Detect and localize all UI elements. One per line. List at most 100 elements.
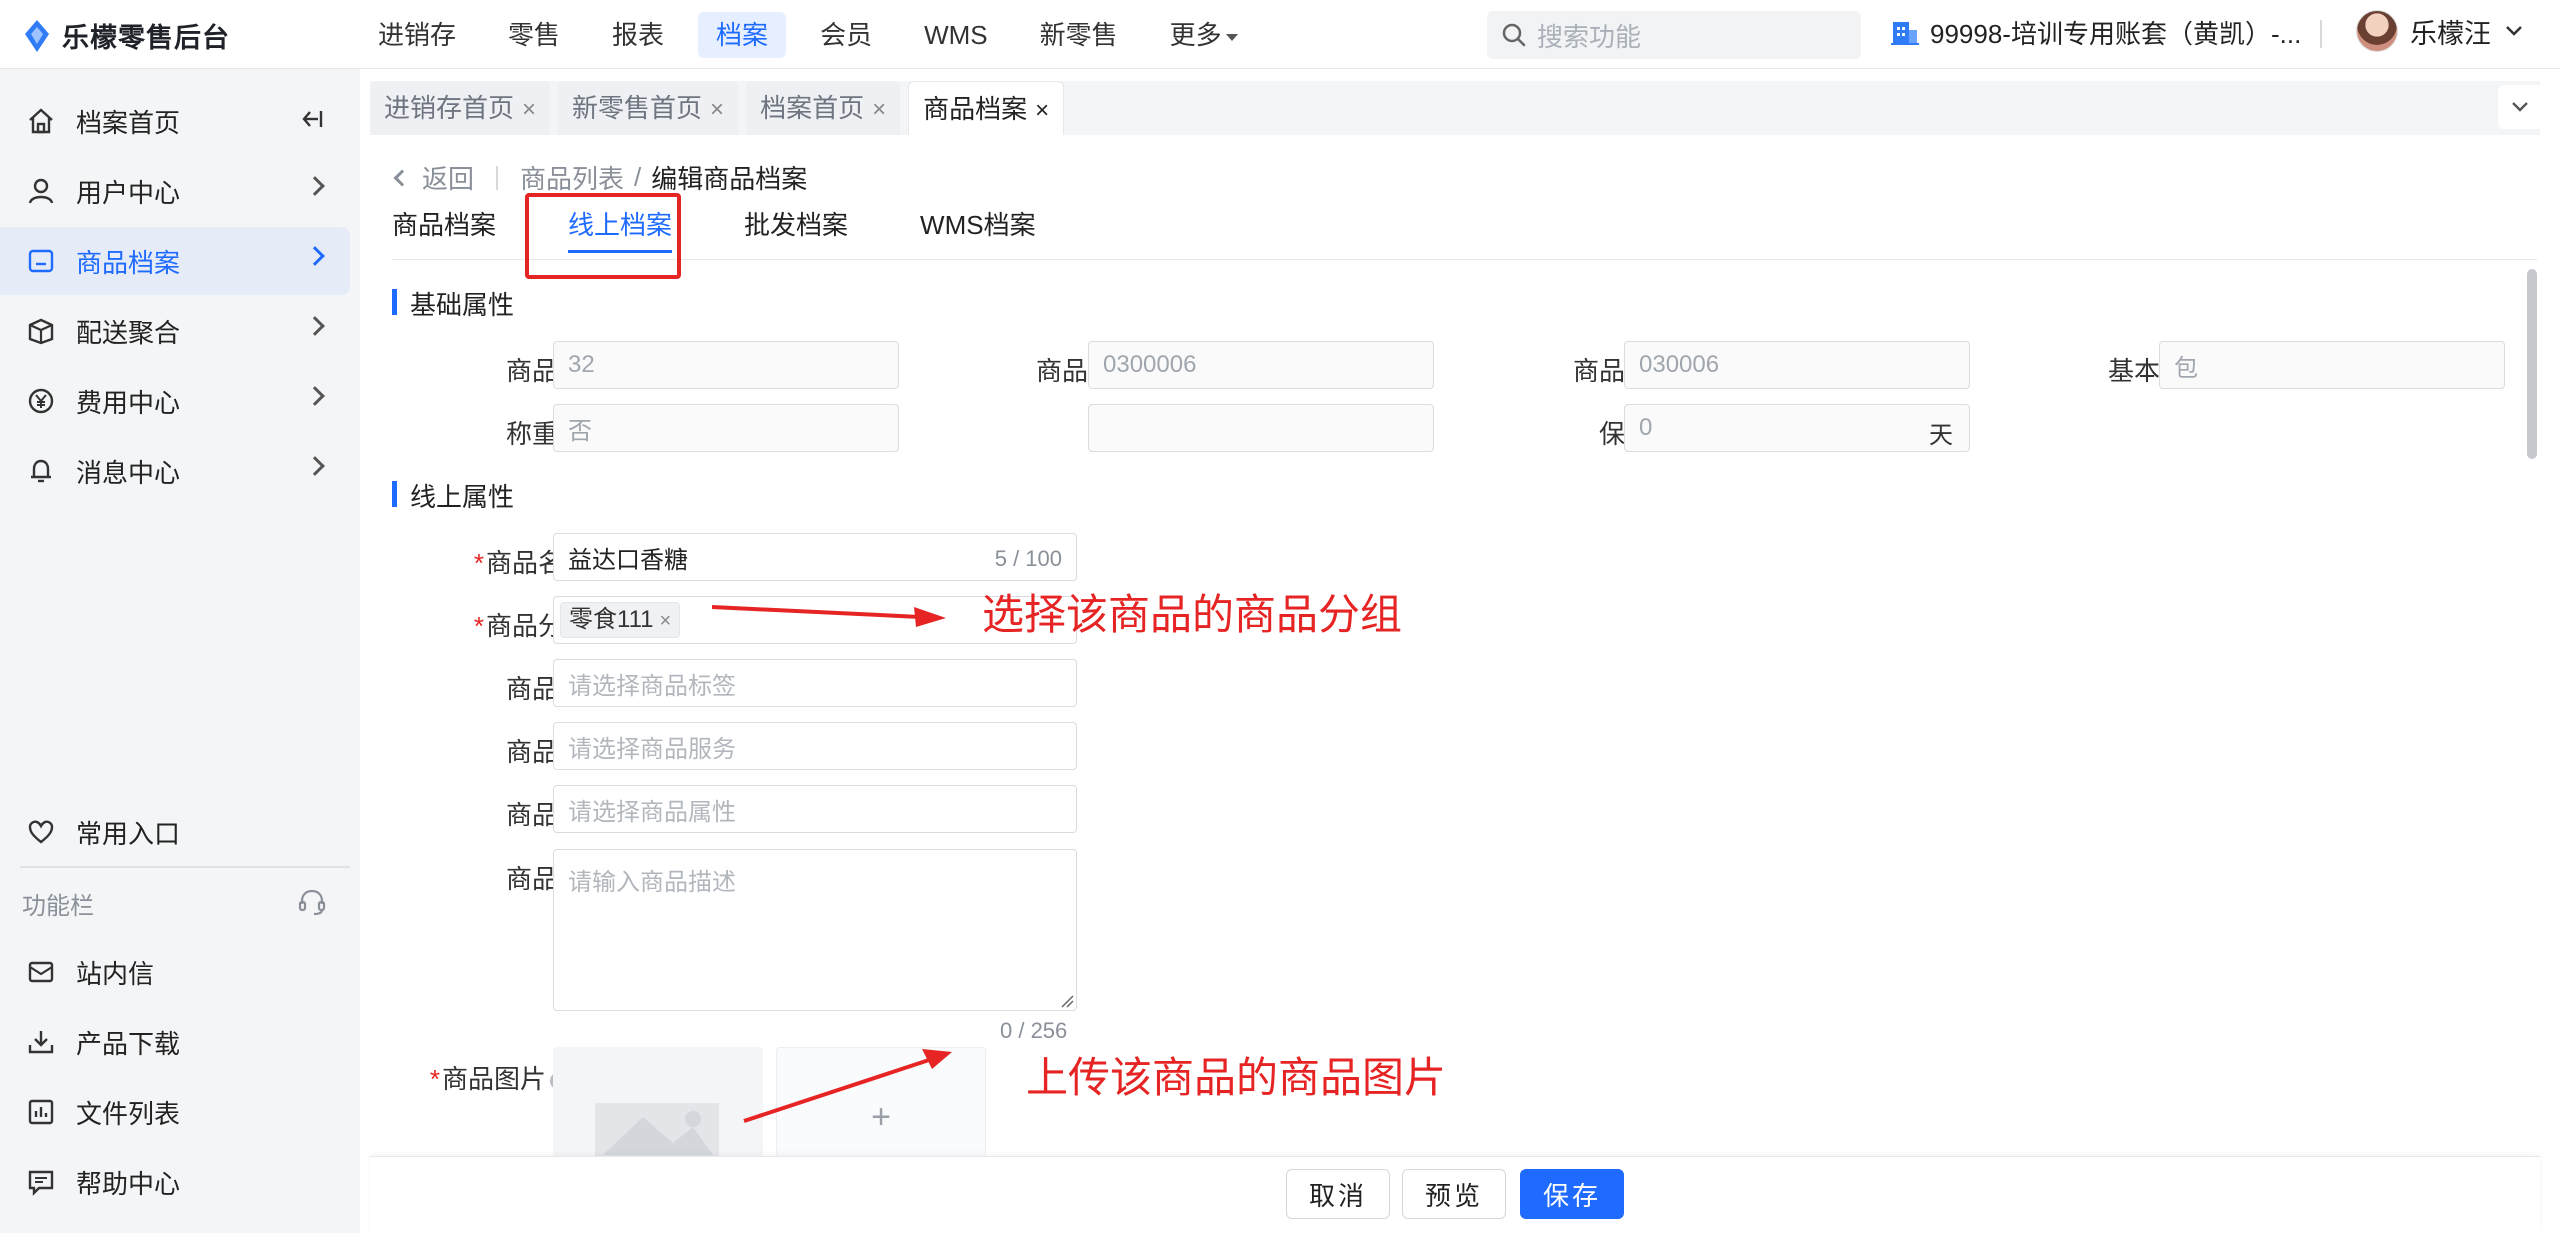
sidebar-tool-download[interactable]: 产品下载 — [0, 1008, 350, 1076]
required-mark: * — [473, 611, 484, 641]
sidebar-item-messages[interactable]: 消息中心 — [0, 437, 350, 505]
back-link[interactable]: 返回 — [422, 159, 474, 196]
product-name-value: 益达口香糖 — [568, 546, 688, 574]
search-placeholder: 搜索功能 — [1537, 21, 1642, 52]
sidebar-item-user-center[interactable]: 用户中心 — [0, 157, 350, 225]
group-tag: 零食111 × — [560, 602, 681, 638]
user-menu[interactable]: 乐檬汪 — [2356, 10, 2525, 52]
close-icon[interactable]: × — [522, 96, 536, 123]
weighted-field: 否 — [553, 404, 899, 452]
account-switcher[interactable]: 99998-培训专用账套（黄凯）-... — [1890, 14, 2301, 51]
top-navbar: 乐檬零售后台 进销存 零售 报表 档案 会员 WMS 新零售 更多 搜索功能 9… — [0, 0, 2560, 69]
product-description-textarea[interactable]: 请输入商品描述 — [553, 849, 1077, 1011]
placeholder: 请选择商品标签 — [568, 672, 736, 700]
page-tab-label: 档案首页 — [760, 93, 865, 123]
app-logo[interactable]: 乐檬零售后台 — [22, 16, 230, 55]
image-placeholder-icon — [595, 1103, 719, 1163]
main-nav: 进销存 零售 报表 档案 会员 WMS 新零售 更多 — [360, 12, 1272, 58]
search-icon — [1502, 23, 1526, 47]
placeholder: 请选择商品服务 — [568, 735, 736, 763]
sidebar-item-product-archive[interactable]: 商品档案 — [0, 227, 350, 295]
scrollbar-thumb[interactable] — [2527, 269, 2537, 459]
field-label-text: 商品图片 — [441, 1064, 546, 1094]
caret-down-icon — [1225, 33, 1238, 41]
sidebar-tool-help[interactable]: 帮助中心 — [0, 1148, 350, 1216]
nav-item-reports[interactable]: 报表 — [594, 12, 682, 58]
chevron-right-icon — [305, 246, 325, 266]
sidebar-section-title: 功能栏 — [22, 893, 94, 920]
page-tab[interactable]: 进销存首页 × — [370, 81, 551, 135]
collapse-sidebar-icon[interactable] — [298, 105, 326, 138]
placeholder: 请输入商品描述 — [568, 869, 736, 896]
tabs-dropdown-button[interactable] — [2498, 85, 2542, 129]
subtab-wms-archive[interactable]: WMS档案 — [920, 203, 1036, 253]
building-icon — [1891, 21, 1919, 45]
mail-icon — [24, 955, 58, 989]
item-code-field: 030006 — [1624, 341, 1970, 389]
headset-icon[interactable] — [296, 886, 328, 923]
shelf-life-unit: 天 — [1929, 422, 1953, 449]
delivery-box-icon — [24, 314, 58, 348]
annotation-arrow — [743, 1049, 952, 1123]
sidebar-item-distribution[interactable]: 配送聚合 — [0, 297, 350, 365]
sidebar-tool-files[interactable]: 文件列表 — [0, 1078, 350, 1146]
product-name-input[interactable]: 益达口香糖 5 / 100 — [553, 533, 1077, 581]
shelf-life-value: 0 — [1639, 414, 1653, 441]
nav-item-more[interactable]: 更多 — [1152, 12, 1256, 58]
sidebar-common-entry[interactable]: 常用入口 — [0, 798, 350, 866]
divider — [496, 165, 499, 190]
char-count: 0 / 256 — [1000, 1018, 1068, 1043]
chat-help-icon — [24, 1165, 58, 1199]
product-image-thumb[interactable] — [553, 1047, 763, 1163]
sidebar-item-label: 商品档案 — [76, 247, 181, 278]
sidebar-tool-label: 站内信 — [76, 958, 155, 989]
subtabs-underline — [392, 259, 2537, 260]
sidebar-tool-inbox[interactable]: 站内信 — [0, 938, 350, 1006]
required-mark: * — [429, 1064, 440, 1094]
section-title-online: 线上属性 — [392, 477, 514, 514]
page-tab-active[interactable]: 商品档案 × — [908, 81, 1065, 135]
avatar — [2356, 10, 2398, 52]
subtab-product-archive[interactable]: 商品档案 — [392, 203, 496, 253]
close-icon[interactable]: × — [872, 96, 886, 123]
preview-button[interactable]: 预览 — [1402, 1169, 1506, 1219]
nav-item-archive[interactable]: 档案 — [698, 12, 787, 58]
nav-item-new-retail[interactable]: 新零售 — [1022, 12, 1136, 58]
close-icon[interactable]: × — [710, 96, 724, 123]
product-service-select[interactable]: 请选择商品服务 — [553, 722, 1077, 770]
nav-item-member[interactable]: 会员 — [802, 12, 890, 58]
divider — [2320, 20, 2322, 48]
product-code-field: 32 — [553, 341, 899, 389]
char-count: 5 / 100 — [994, 546, 1062, 571]
chevron-right-icon — [305, 316, 325, 336]
vertical-scrollbar[interactable] — [2525, 261, 2539, 1221]
close-icon[interactable]: × — [1035, 97, 1049, 124]
placeholder: 请选择商品属性 — [568, 798, 736, 826]
subtab-wholesale-archive[interactable]: 批发档案 — [744, 203, 848, 253]
annotation-arrow — [711, 605, 946, 627]
resize-handle-icon[interactable] — [1060, 994, 1074, 1008]
nav-item-wms[interactable]: WMS — [906, 12, 1006, 58]
close-icon[interactable]: × — [659, 610, 671, 632]
page-tab-label: 商品档案 — [923, 94, 1028, 124]
nav-item-retail[interactable]: 零售 — [490, 12, 578, 58]
nav-item-inventory[interactable]: 进销存 — [360, 12, 474, 58]
user-icon — [24, 174, 58, 208]
sidebar-tool-label: 帮助中心 — [76, 1168, 181, 1199]
cancel-button[interactable]: 取消 — [1286, 1169, 1390, 1219]
main-content: 进销存首页 × 新零售首页 × 档案首页 × 商品档案 × 返回 商品列表 / 编辑商品… — [370, 69, 2560, 1233]
sidebar: 档案首页 用户中心 商品档案 配送聚合 费用中心 消息中心 常用入口 功能栏 站… — [0, 69, 360, 1233]
sidebar-item-expense[interactable]: 费用中心 — [0, 367, 350, 435]
product-attribute-select[interactable]: 请选择商品属性 — [553, 785, 1077, 833]
save-button[interactable]: 保存 — [1520, 1169, 1624, 1219]
brand-field — [1088, 404, 1434, 452]
required-mark: * — [473, 548, 484, 578]
product-tag-select[interactable]: 请选择商品标签 — [553, 659, 1077, 707]
page-tab[interactable]: 新零售首页 × — [558, 81, 739, 135]
breadcrumb-parent[interactable]: 商品列表 — [520, 159, 624, 196]
function-search-input[interactable]: 搜索功能 — [1487, 11, 1861, 59]
home-icon — [24, 104, 58, 138]
chevron-down-icon — [2512, 102, 2528, 112]
page-tab[interactable]: 档案首页 × — [746, 81, 901, 135]
barcode-field: 0300006 — [1088, 341, 1434, 389]
